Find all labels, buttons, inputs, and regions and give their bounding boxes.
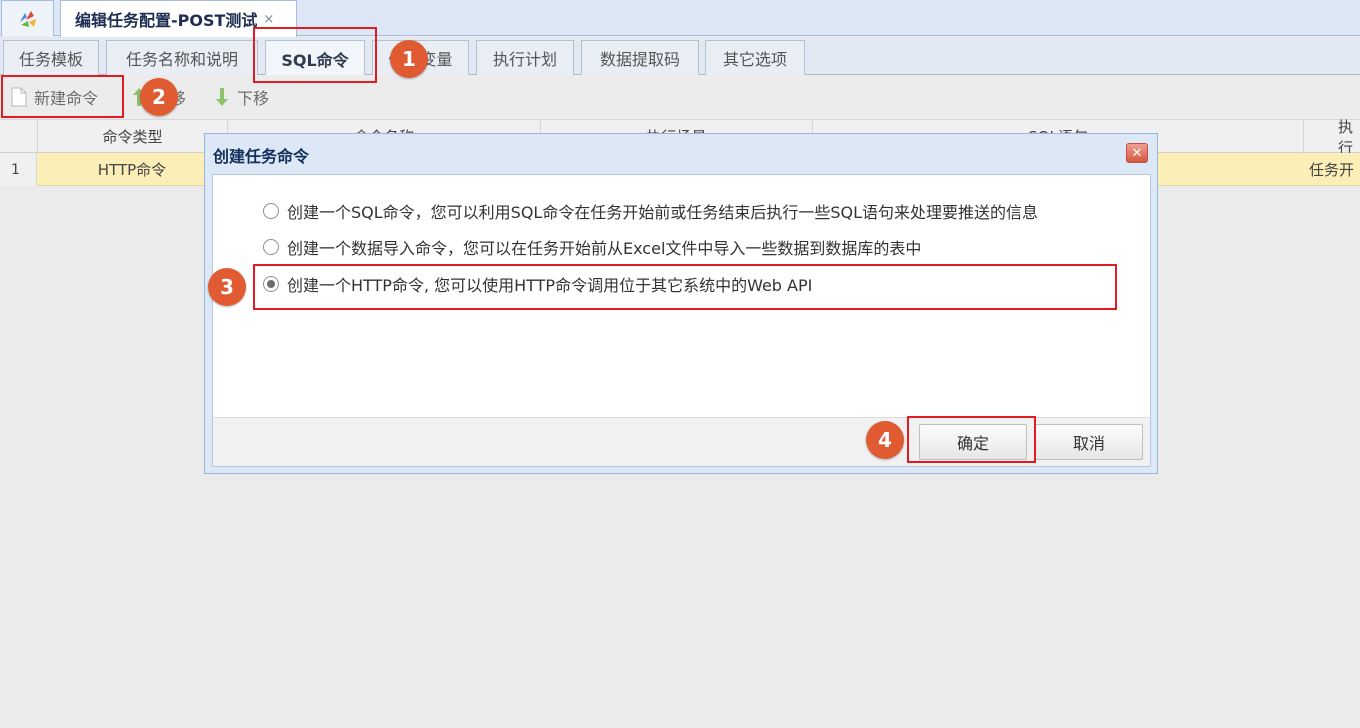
- doc-tab-task-config[interactable]: 编辑任务配置-POST测试 ×: [60, 0, 297, 37]
- command-toolbar: 新建命令 上移 下移: [0, 75, 1360, 119]
- tab-schedule[interactable]: 执行计划: [476, 40, 574, 75]
- new-document-icon: [10, 86, 28, 108]
- new-command-button[interactable]: 新建命令: [10, 75, 98, 119]
- column-header-type[interactable]: 命令类型: [37, 120, 227, 153]
- option-http-command[interactable]: 创建一个HTTP命令, 您可以使用HTTP命令调用位于其它系统中的Web API: [263, 272, 812, 296]
- section-tab-strip: 任务模板 任务名称和说明 SQL命令 任务变量 执行计划 数据提取码 其它选项: [0, 37, 1360, 76]
- option-sql-command[interactable]: 创建一个SQL命令，您可以利用SQL命令在任务开始前或任务结束后执行一些SQL语…: [263, 199, 1038, 223]
- tab-other-options[interactable]: 其它选项: [705, 40, 805, 75]
- create-command-dialog: 创建任务命令 ✕ 创建一个SQL命令，您可以利用SQL命令在任务开始前或任务结束…: [204, 133, 1158, 474]
- cell-command-type: HTTP命令: [97, 161, 167, 179]
- radio-sql-command[interactable]: [263, 203, 279, 219]
- dialog-title: 创建任务命令: [213, 147, 310, 166]
- step-badge-1: 1: [390, 40, 428, 78]
- step-badge-3: 3: [208, 268, 246, 306]
- move-down-button[interactable]: 下移: [213, 75, 269, 119]
- dialog-footer: 确定 取消: [212, 417, 1151, 467]
- close-icon[interactable]: ×: [263, 12, 274, 27]
- cancel-button[interactable]: 取消: [1035, 424, 1143, 460]
- option-data-import-command[interactable]: 创建一个数据导入命令，您可以在任务开始前从Excel文件中导入一些数据到数据库的…: [263, 235, 921, 259]
- radio-http-command[interactable]: [263, 276, 279, 292]
- ok-button[interactable]: 确定: [919, 424, 1027, 460]
- home-tab[interactable]: [1, 0, 54, 36]
- step-badge-4: 4: [866, 421, 904, 459]
- tab-task-template[interactable]: 任务模板: [3, 40, 99, 75]
- cell-exec: 任务开: [1309, 161, 1355, 179]
- tab-task-name-desc[interactable]: 任务名称和说明: [106, 40, 258, 75]
- close-icon[interactable]: ✕: [1126, 143, 1148, 163]
- row-number: 1: [0, 153, 37, 186]
- dialog-body: 创建一个SQL命令，您可以利用SQL命令在任务开始前或任务结束后执行一些SQL语…: [212, 174, 1151, 418]
- step-badge-2: 2: [140, 78, 178, 116]
- document-tab-bar: 编辑任务配置-POST测试 ×: [0, 0, 1360, 37]
- column-header-exec[interactable]: 执行: [1303, 118, 1360, 157]
- doc-tab-title: 编辑任务配置-POST测试: [75, 11, 258, 30]
- arrow-down-icon: [213, 86, 231, 108]
- app-logo-icon: [19, 10, 36, 27]
- tab-data-extract-code[interactable]: 数据提取码: [581, 40, 699, 75]
- tab-sql-commands[interactable]: SQL命令: [265, 40, 365, 76]
- radio-data-import-command[interactable]: [263, 239, 279, 255]
